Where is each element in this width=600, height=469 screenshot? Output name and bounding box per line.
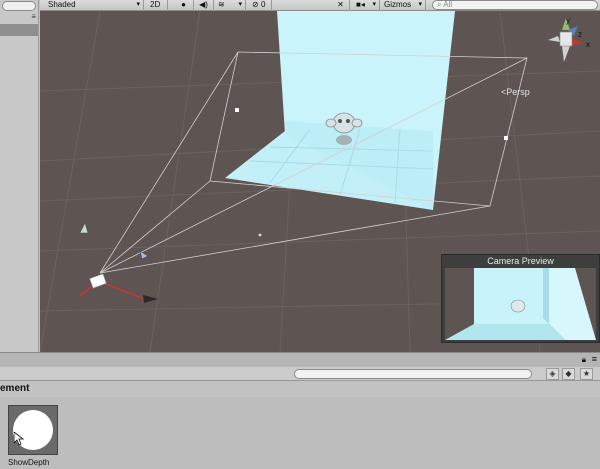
scene-view[interactable]: y z x <Persp Camera Preview — [40, 11, 600, 352]
layers-icon: ≋ — [218, 0, 225, 9]
camera-icon: ■◂ — [356, 0, 365, 9]
asset-thumbnail[interactable] — [8, 405, 58, 455]
star-icon: ★ — [582, 369, 591, 378]
draw-mode-dropdown[interactable]: Shaded ▾ — [44, 0, 144, 11]
chevron-down-icon: ▾ — [418, 1, 422, 8]
chevron-down-icon: ▾ — [238, 1, 242, 8]
lighting-toggle-button[interactable]: ● — [174, 0, 194, 11]
wrench-icon: ✕ — [337, 0, 344, 9]
hierarchy-search-input[interactable] — [2, 1, 36, 11]
scene-search-placeholder: All — [443, 0, 453, 9]
pane-separator[interactable]: 🔒︎ ≡ — [0, 352, 600, 367]
asset-name: ShowDepth — [8, 458, 50, 467]
filter-by-label-button[interactable]: ◆ — [562, 368, 575, 380]
frustum-handle[interactable] — [504, 136, 508, 140]
projection-label: Persp — [506, 87, 530, 97]
hidden-objects-toggle[interactable]: ⊘ 0 — [248, 0, 272, 11]
audio-toggle-button[interactable]: ◀) — [194, 0, 214, 11]
axis-y-label: y — [566, 16, 570, 25]
camera-preview-window: Camera Preview — [441, 254, 600, 343]
tag-icon: ◈ — [549, 369, 556, 378]
eye-slash-icon: ⊘ — [252, 0, 259, 9]
gizmos-label: Gizmos — [384, 0, 412, 9]
unity-editor: ≡ Shaded ▾ 2D ● ◀) ≋ ▾ ⊘ 0 ✕ ■◂ ▾ Gizmos… — [0, 0, 600, 469]
scene-point — [258, 233, 262, 237]
chevron-down-icon: ▾ — [136, 1, 140, 8]
camera-preview-image — [445, 268, 596, 340]
project-asset-grid: ShowDepth — [0, 397, 600, 469]
hidden-count: 0 — [260, 0, 266, 9]
hierarchy-selected-row[interactable] — [0, 24, 38, 36]
favorites-button[interactable]: ★ — [580, 368, 593, 380]
search-icon: ⌕ — [437, 0, 442, 9]
mouse-cursor-icon — [14, 432, 24, 446]
hierarchy-menu-icon[interactable]: ≡ — [31, 12, 36, 21]
effects-dropdown[interactable]: ≋ ▾ — [214, 0, 246, 11]
chevron-down-icon: ▾ — [372, 1, 376, 8]
lock-icon[interactable]: 🔒︎ — [582, 355, 586, 365]
tools-button[interactable]: ✕ — [332, 0, 350, 11]
filter-by-type-button[interactable]: ◈ — [546, 368, 559, 380]
camera-preview-title: Camera Preview — [487, 256, 554, 266]
projection-toggle[interactable]: <Persp — [501, 87, 530, 97]
project-toolbar: ◈ ◆ ★ — [0, 367, 600, 381]
label-icon: ◆ — [565, 369, 572, 378]
project-search-input[interactable] — [294, 369, 532, 379]
frustum-handle[interactable] — [235, 108, 239, 112]
menu-icon[interactable]: ≡ — [592, 354, 597, 364]
axis-z-label: z — [578, 30, 582, 39]
scene-toolbar: Shaded ▾ 2D ● ◀) ≋ ▾ ⊘ 0 ✕ ■◂ ▾ Gizmos ▾ — [40, 0, 600, 11]
scene-search-input[interactable]: ⌕ All — [432, 0, 598, 10]
breadcrumb[interactable]: ement — [0, 381, 600, 397]
backdrop-mesh[interactable] — [225, 11, 455, 210]
gizmos-dropdown[interactable]: Gizmos ▾ — [380, 0, 426, 11]
hierarchy-panel: ≡ — [0, 0, 39, 352]
toggle-2d-button[interactable]: 2D — [146, 0, 168, 11]
toggle-2d-label: 2D — [150, 0, 161, 9]
speaker-icon: ◀) — [199, 0, 208, 9]
orientation-gizmo[interactable]: y z x — [540, 16, 596, 78]
camera-settings-dropdown[interactable]: ■◂ ▾ — [352, 0, 380, 11]
draw-mode-label: Shaded — [48, 0, 76, 9]
lightbulb-icon: ● — [181, 0, 186, 9]
axis-x-label: x — [586, 40, 590, 49]
